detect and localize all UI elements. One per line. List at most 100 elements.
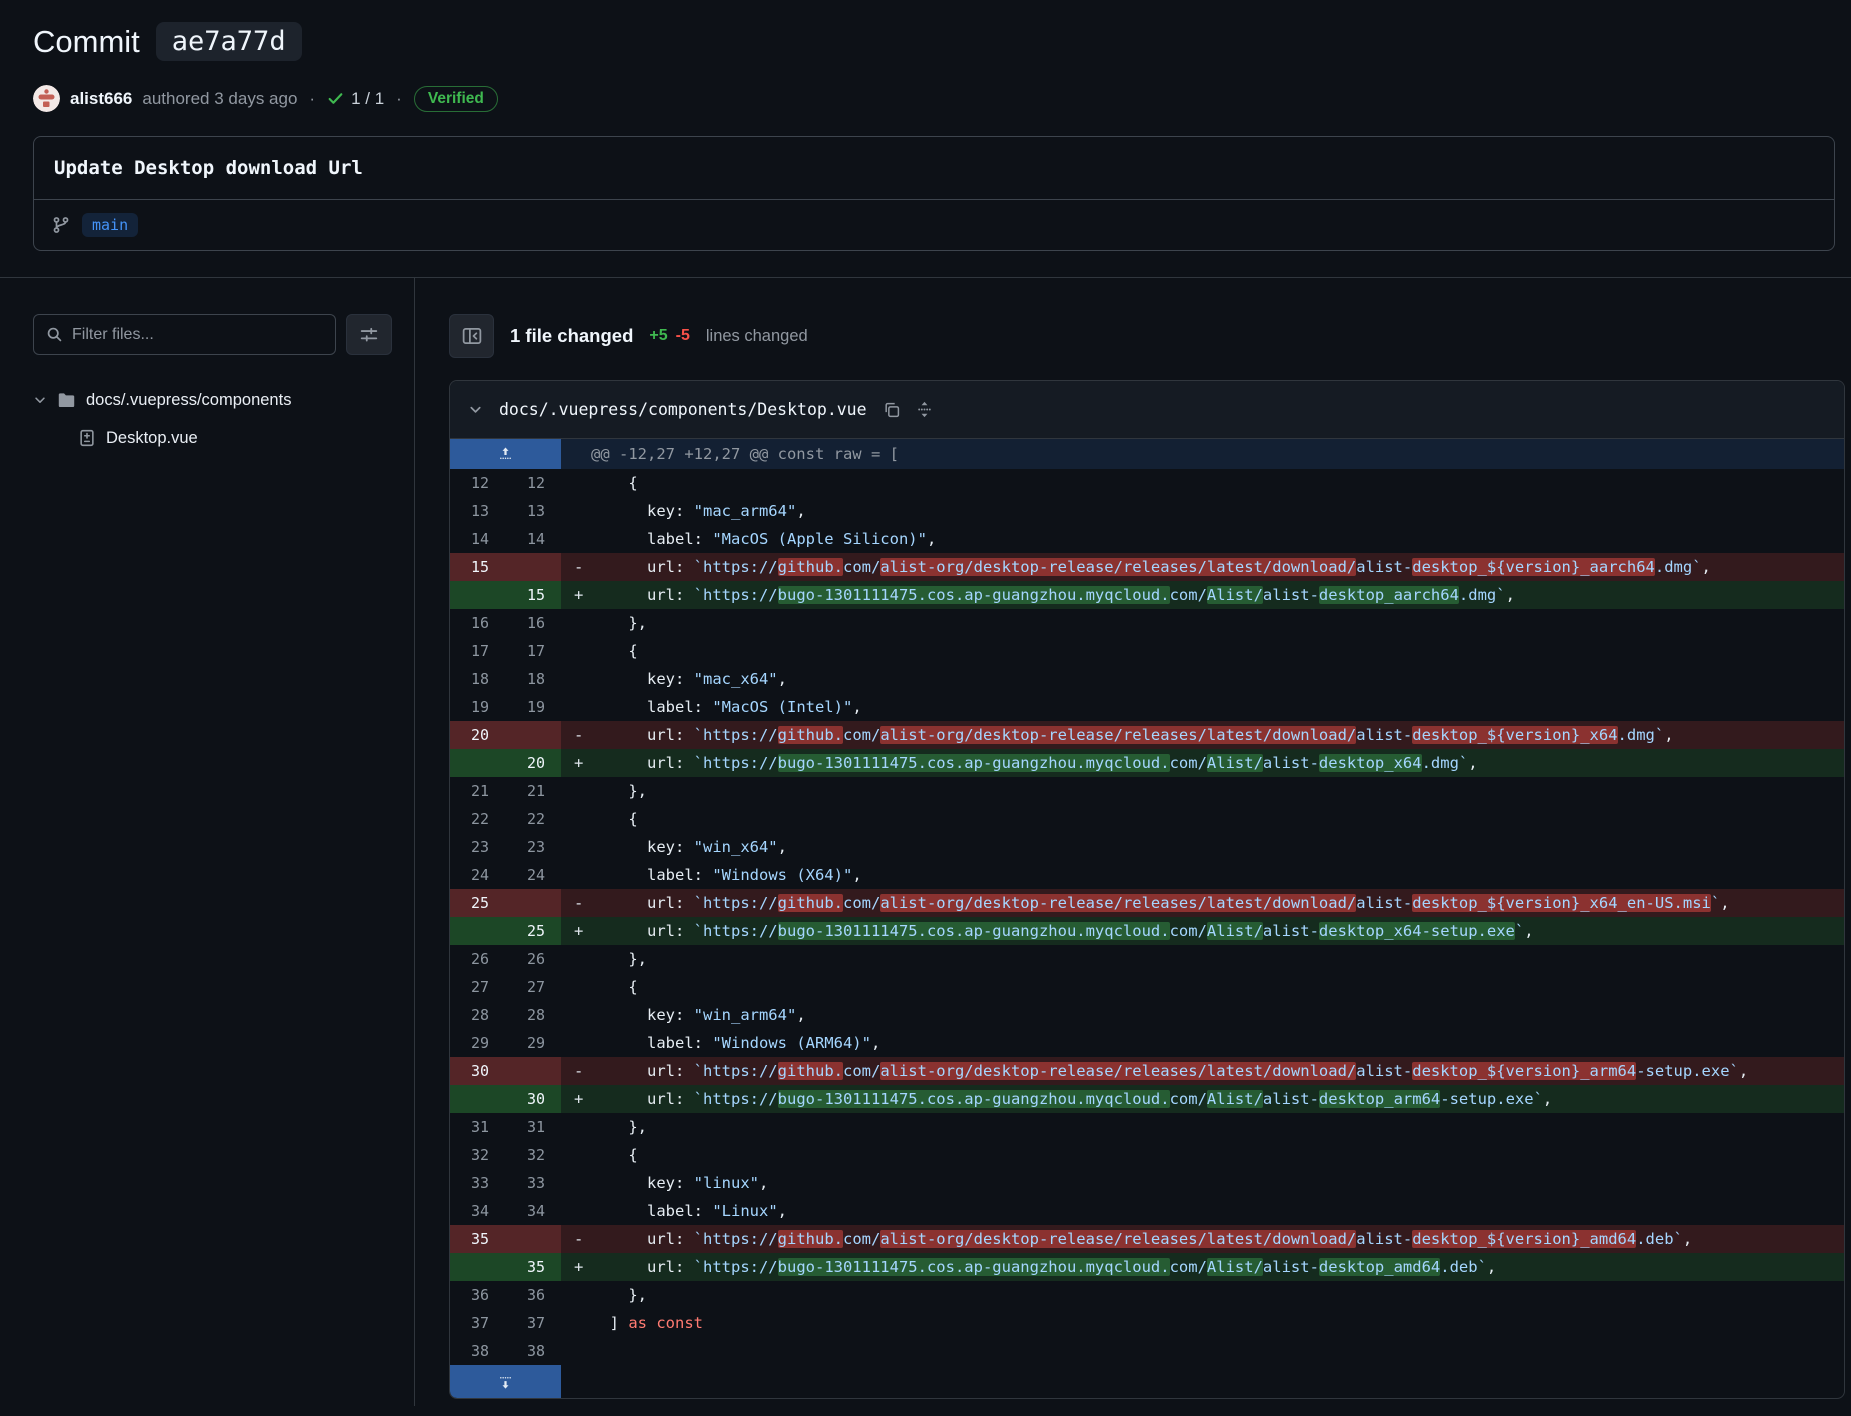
line-number-old[interactable]: 38	[450, 1337, 505, 1365]
author-name[interactable]: alist666	[70, 89, 132, 109]
line-number-gutter: 3737	[450, 1309, 561, 1337]
line-number-gutter: 2222	[450, 805, 561, 833]
line-number-old[interactable]: 26	[450, 945, 505, 973]
line-number-old[interactable]: 27	[450, 973, 505, 1001]
verified-badge[interactable]: Verified	[414, 86, 498, 112]
line-number-old[interactable]: 16	[450, 609, 505, 637]
tree-folder-row[interactable]: docs/.vuepress/components	[33, 381, 392, 419]
line-number-old[interactable]	[450, 1253, 505, 1281]
diff-line-content: },	[561, 1281, 1844, 1309]
line-number-new[interactable]	[505, 1225, 561, 1253]
line-number-old[interactable]	[450, 917, 505, 945]
line-number-old[interactable]: 20	[450, 721, 505, 749]
line-number-old[interactable]: 33	[450, 1169, 505, 1197]
diff-line-content: {	[561, 637, 1844, 665]
line-number-new[interactable]: 22	[505, 805, 561, 833]
collapse-sidebar-button[interactable]	[449, 314, 494, 358]
line-number-new[interactable]: 28	[505, 1001, 561, 1029]
line-number-new[interactable]	[505, 889, 561, 917]
line-number-old[interactable]: 29	[450, 1029, 505, 1057]
expand-up-button[interactable]	[450, 439, 561, 469]
copy-path-button[interactable]	[883, 401, 900, 418]
line-number-new[interactable]: 31	[505, 1113, 561, 1141]
line-number-new[interactable]: 20	[505, 749, 561, 777]
line-number-old[interactable]: 30	[450, 1057, 505, 1085]
file-path[interactable]: docs/.vuepress/components/Desktop.vue	[499, 400, 867, 419]
avatar[interactable]	[33, 85, 60, 112]
line-number-old[interactable]: 31	[450, 1113, 505, 1141]
line-number-old[interactable]: 19	[450, 693, 505, 721]
line-number-old[interactable]: 17	[450, 637, 505, 665]
expand-down-button[interactable]	[450, 1365, 561, 1398]
line-number-old[interactable]: 36	[450, 1281, 505, 1309]
additions-count: +5	[649, 327, 667, 345]
line-number-new[interactable]: 23	[505, 833, 561, 861]
line-number-new[interactable]: 27	[505, 973, 561, 1001]
line-number-new[interactable]	[505, 553, 561, 581]
line-number-new[interactable]	[505, 1057, 561, 1085]
line-number-new[interactable]	[505, 721, 561, 749]
line-number-new[interactable]: 36	[505, 1281, 561, 1309]
diff-line: 3232 {	[450, 1141, 1844, 1169]
line-number-gutter: 3434	[450, 1197, 561, 1225]
line-number-new[interactable]: 24	[505, 861, 561, 889]
line-number-new[interactable]: 18	[505, 665, 561, 693]
line-number-old[interactable]: 25	[450, 889, 505, 917]
line-number-old[interactable]: 14	[450, 525, 505, 553]
line-number-new[interactable]: 16	[505, 609, 561, 637]
line-number-new[interactable]: 15	[505, 581, 561, 609]
chevron-down-icon[interactable]	[468, 402, 483, 417]
line-number-old[interactable]: 28	[450, 1001, 505, 1029]
line-number-old[interactable]: 22	[450, 805, 505, 833]
commit-header: Commit ae7a77d alist666 authored 3 days …	[0, 0, 1851, 251]
diff-marker	[561, 469, 591, 497]
branch-badge[interactable]: main	[82, 213, 138, 237]
line-number-old[interactable]: 34	[450, 1197, 505, 1225]
diff-marker	[561, 861, 591, 889]
line-number-new[interactable]: 37	[505, 1309, 561, 1337]
line-number-new[interactable]: 29	[505, 1029, 561, 1057]
line-number-old[interactable]	[450, 581, 505, 609]
diff-rows: 1212 {1313 key: "mac_arm64",1414 label: …	[450, 469, 1844, 1365]
line-number-new[interactable]: 14	[505, 525, 561, 553]
line-number-old[interactable]: 23	[450, 833, 505, 861]
line-number-new[interactable]: 35	[505, 1253, 561, 1281]
checks-status[interactable]: 1 / 1	[327, 89, 384, 109]
line-number-old[interactable]: 24	[450, 861, 505, 889]
drag-handle[interactable]	[916, 401, 933, 418]
tree-file-row[interactable]: Desktop.vue	[33, 419, 392, 457]
line-number-old[interactable]	[450, 1085, 505, 1113]
diff-line: 20+ url: `https://bugo-1301111475.cos.ap…	[450, 749, 1844, 777]
diff-line-content: },	[561, 609, 1844, 637]
line-number-new[interactable]: 26	[505, 945, 561, 973]
line-number-new[interactable]: 34	[505, 1197, 561, 1225]
diff-marker	[561, 777, 591, 805]
line-number-new[interactable]: 33	[505, 1169, 561, 1197]
diff-marker	[561, 1337, 591, 1365]
line-number-new[interactable]: 19	[505, 693, 561, 721]
line-number-old[interactable]: 18	[450, 665, 505, 693]
line-number-gutter: 2828	[450, 1001, 561, 1029]
line-number-old[interactable]: 13	[450, 497, 505, 525]
diff-marker: -	[561, 889, 591, 917]
line-number-new[interactable]: 32	[505, 1141, 561, 1169]
line-number-old[interactable]: 32	[450, 1141, 505, 1169]
diff-line-content	[561, 1337, 1844, 1365]
line-number-gutter: 2121	[450, 777, 561, 805]
line-number-old[interactable]: 35	[450, 1225, 505, 1253]
line-number-new[interactable]: 12	[505, 469, 561, 497]
line-number-old[interactable]: 12	[450, 469, 505, 497]
line-number-new[interactable]: 13	[505, 497, 561, 525]
files-filter-input[interactable]	[72, 326, 323, 344]
line-number-new[interactable]: 17	[505, 637, 561, 665]
line-number-new[interactable]: 38	[505, 1337, 561, 1365]
filter-options-button[interactable]	[346, 314, 392, 355]
line-number-new[interactable]: 25	[505, 917, 561, 945]
diff-line-content: + url: `https://bugo-1301111475.cos.ap-g…	[561, 581, 1844, 609]
line-number-old[interactable]: 15	[450, 553, 505, 581]
line-number-new[interactable]: 21	[505, 777, 561, 805]
line-number-old[interactable]: 37	[450, 1309, 505, 1337]
line-number-old[interactable]	[450, 749, 505, 777]
line-number-new[interactable]: 30	[505, 1085, 561, 1113]
line-number-old[interactable]: 21	[450, 777, 505, 805]
